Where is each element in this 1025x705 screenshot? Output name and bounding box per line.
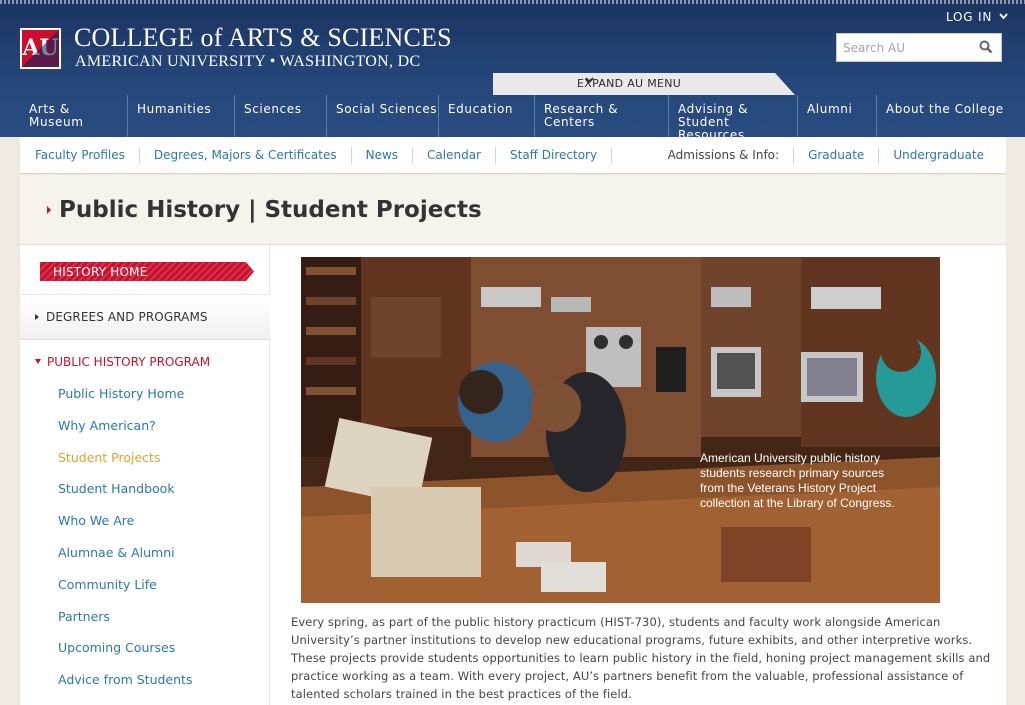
nav-about-college[interactable]: About the College xyxy=(877,95,1006,137)
staff-directory-link[interactable]: Staff Directory xyxy=(496,146,613,164)
nav-social-sciences[interactable]: Social Sciences xyxy=(327,95,439,137)
login-label: LOG IN xyxy=(946,10,993,24)
au-logo[interactable]: AU xyxy=(20,28,61,69)
nav-alumni[interactable]: Alumni xyxy=(798,95,877,137)
upcoming-courses-link[interactable]: Upcoming Courses xyxy=(58,640,258,672)
graduate-link[interactable]: Graduate xyxy=(794,146,880,164)
nav-education[interactable]: Education xyxy=(439,95,535,137)
degrees-majors-link[interactable]: Degrees, Majors & Certificates xyxy=(140,146,352,164)
degrees-programs-link[interactable]: DEGREES AND PROGRAMS xyxy=(35,310,208,324)
nav-humanities[interactable]: Humanities xyxy=(128,95,235,137)
chevron-down-icon xyxy=(999,13,1008,20)
page-title: Public History | Student Projects xyxy=(59,197,482,223)
login-link[interactable]: LOG IN xyxy=(946,10,1008,24)
student-projects-link[interactable]: Student Projects xyxy=(58,450,258,482)
degrees-label: DEGREES AND PROGRAMS xyxy=(46,310,208,324)
program-label: PUBLIC HISTORY PROGRAM xyxy=(47,355,211,369)
history-home-label: HISTORY HOME xyxy=(53,265,148,279)
nav-arts-museum[interactable]: Arts & Museum xyxy=(20,95,128,137)
community-life-link[interactable]: Community Life xyxy=(58,577,258,609)
photo-caption: American University public history stude… xyxy=(700,451,895,510)
partners-link[interactable]: Partners xyxy=(58,609,258,641)
college-subtitle: AMERICAN UNIVERSITY • WASHINGTON, DC xyxy=(75,53,421,70)
secondary-nav: Faculty Profiles Degrees, Majors & Certi… xyxy=(20,137,1006,174)
search-icon[interactable] xyxy=(979,40,993,54)
history-home-button[interactable]: HISTORY HOME xyxy=(40,262,254,281)
advice-from-students-link[interactable]: Advice from Students xyxy=(58,672,258,704)
expand-au-menu-button[interactable]: EXPAND AU MENU xyxy=(493,73,795,95)
undergraduate-link[interactable]: Undergraduate xyxy=(879,147,1006,164)
calendar-link[interactable]: Calendar xyxy=(413,146,496,164)
college-title[interactable]: COLLEGE of ARTS & SCIENCES xyxy=(74,23,452,53)
intro-paragraph: Every spring, as part of the public hist… xyxy=(291,615,991,701)
chevron-down-icon xyxy=(585,77,594,84)
expand-menu-label: EXPAND AU MENU xyxy=(577,77,682,90)
au-logo-mark: AU xyxy=(22,30,59,67)
admissions-label: Admissions & Info: xyxy=(668,146,795,164)
search-box xyxy=(836,33,1002,62)
news-link[interactable]: News xyxy=(352,146,414,164)
caret-right-icon xyxy=(35,314,39,320)
why-american-link[interactable]: Why American? xyxy=(58,418,258,450)
public-history-home-link[interactable]: Public History Home xyxy=(58,386,258,418)
nav-advising-student-resources[interactable]: Advising & Student Resources xyxy=(669,95,798,142)
program-links: Public History Home Why American? Studen… xyxy=(58,386,258,704)
public-history-program-link[interactable]: PUBLIC HISTORY PROGRAM xyxy=(35,355,210,369)
main-nav: Arts & Museum Humanities Sciences Social… xyxy=(20,95,1006,142)
faculty-profiles-link[interactable]: Faculty Profiles xyxy=(20,146,140,164)
search-input[interactable] xyxy=(837,34,967,61)
student-handbook-link[interactable]: Student Handbook xyxy=(58,481,258,513)
caret-down-icon xyxy=(35,359,41,364)
title-arrow-icon xyxy=(47,206,51,214)
alumnae-alumni-link[interactable]: Alumnae & Alumni xyxy=(58,545,258,577)
page-header: Public History | Student Projects xyxy=(20,175,1006,245)
feature-photo xyxy=(301,257,940,603)
who-we-are-link[interactable]: Who We Are xyxy=(58,513,258,545)
nav-sciences[interactable]: Sciences xyxy=(235,95,327,137)
nav-research-centers[interactable]: Research & Centers xyxy=(535,95,669,137)
library-research-illustration xyxy=(301,257,940,603)
